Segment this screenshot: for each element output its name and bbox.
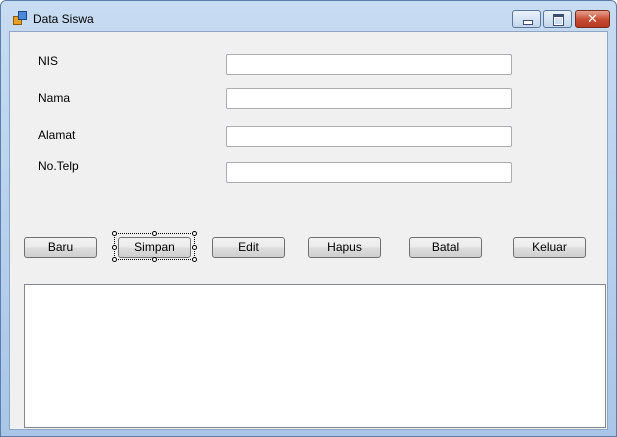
resize-handle[interactable] [192,257,197,262]
close-icon: ✕ [587,11,598,26]
batal-button[interactable]: Batal [409,237,482,258]
resize-handle[interactable] [152,231,157,236]
telp-input[interactable] [226,162,512,183]
title-bar[interactable]: Data Siswa ✕ [1,1,616,31]
main-window: Data Siswa ✕ NIS Nama Alamat No.Telp Bar… [0,0,617,437]
close-button[interactable]: ✕ [575,10,610,28]
alamat-label: Alamat [38,128,76,142]
minimize-icon [523,20,533,25]
resize-handle[interactable] [112,257,117,262]
nis-label: NIS [38,54,59,68]
data-listbox[interactable] [24,284,606,428]
app-form-icon [13,11,27,25]
telp-label: No.Telp [38,159,79,173]
maximize-button[interactable] [543,10,572,28]
nama-input[interactable] [226,88,512,109]
window-title: Data Siswa [33,12,94,26]
hapus-button[interactable]: Hapus [308,237,381,258]
simpan-button[interactable]: Simpan [118,237,191,258]
resize-handle[interactable] [192,231,197,236]
baru-button[interactable]: Baru [24,237,97,258]
resize-handle[interactable] [112,231,117,236]
edit-button[interactable]: Edit [212,237,285,258]
nama-label: Nama [38,91,71,105]
resize-handle[interactable] [192,245,197,250]
resize-handle[interactable] [112,245,117,250]
form-client-area: NIS Nama Alamat No.Telp Baru Simpan Edit… [9,31,608,430]
minimize-button[interactable] [512,10,541,28]
keluar-button[interactable]: Keluar [513,237,586,258]
maximize-icon [553,14,564,26]
alamat-input[interactable] [226,126,512,147]
nis-input[interactable] [226,54,512,75]
